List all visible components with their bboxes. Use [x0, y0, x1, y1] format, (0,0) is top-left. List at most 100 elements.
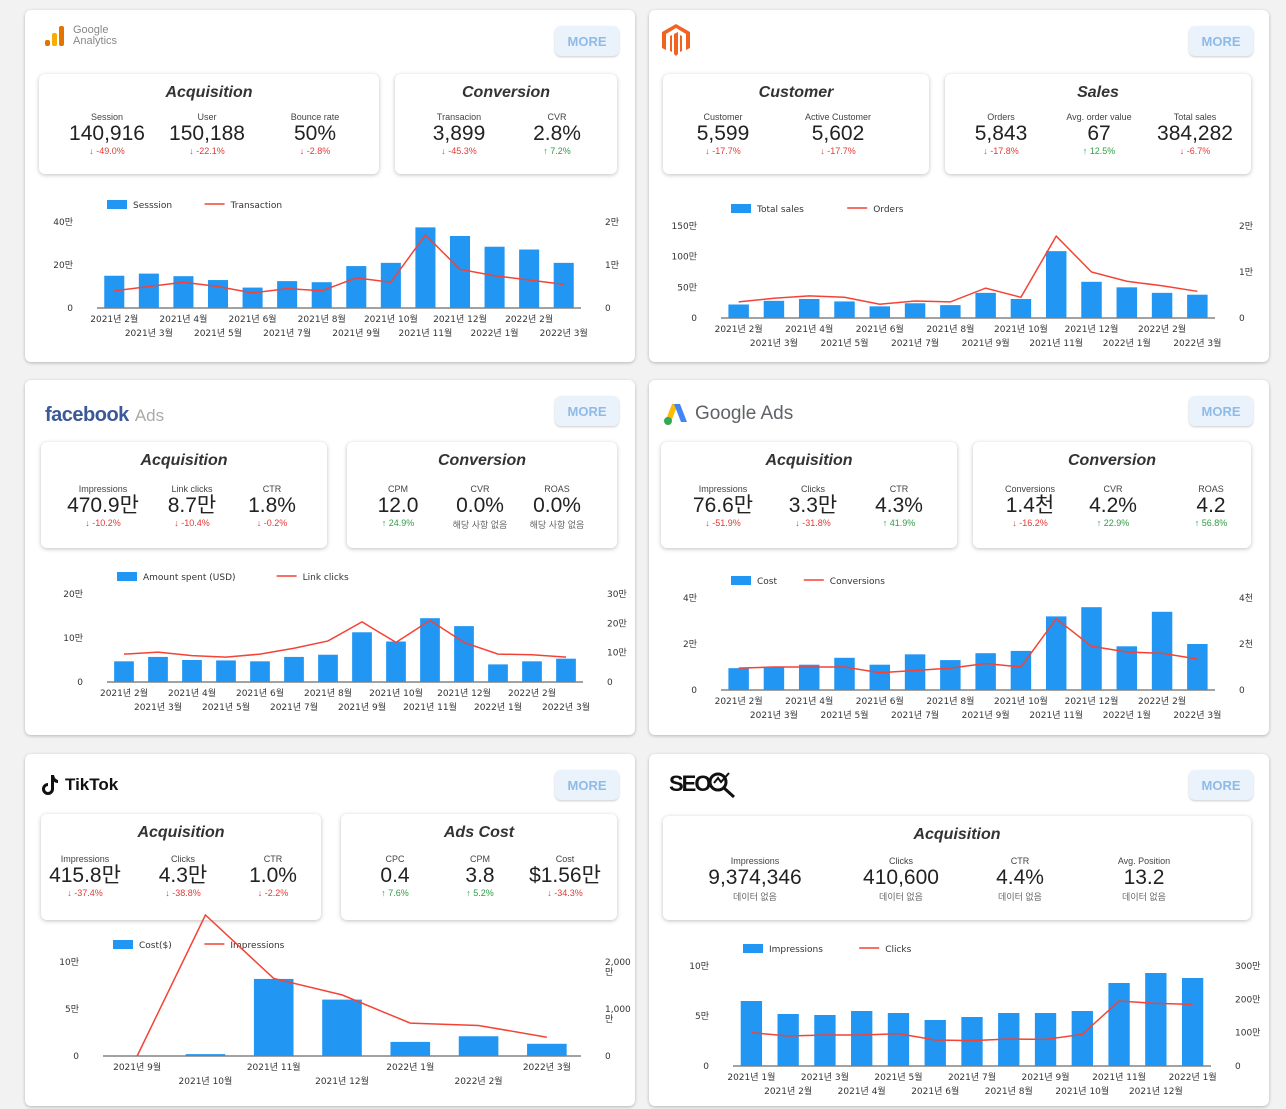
bar	[1151, 611, 1173, 690]
x-tick-label: 2022년 3월	[1173, 709, 1221, 721]
left-tick-label: 20만	[63, 589, 83, 600]
more-button[interactable]: MORE	[555, 770, 619, 800]
metric-conversions: Conversions 1.4천 ↓ -16.2%	[1005, 484, 1055, 528]
left-tick-label: 150만	[672, 221, 697, 232]
bar	[449, 235, 471, 308]
panel-title: Acquisition	[165, 84, 253, 101]
bar	[1145, 973, 1167, 1066]
legend-bar-label: Cost($)	[139, 941, 172, 951]
panel-title: Ads Cost	[443, 824, 515, 841]
x-tick-label: 2021년 12월	[437, 687, 491, 699]
x-tick-label: 2021년 3월	[750, 709, 798, 721]
x-tick-label: 2021년 12월	[1129, 1085, 1183, 1097]
card-magento: MORE Customer Customer 5,599 ↓ -17.7% Acti…	[649, 10, 1269, 362]
metric-value: 410,600	[863, 866, 939, 889]
right-tick-label: 1,000 만	[605, 1005, 631, 1025]
metric-value: 0.0%	[533, 494, 581, 517]
metric-value: 5,599	[696, 122, 750, 145]
bar	[390, 1041, 431, 1056]
metric-value: 3.3만	[788, 494, 838, 517]
metric-delta: 해당 사항 없음	[452, 520, 508, 530]
metric-label: Transacion	[436, 112, 482, 122]
more-button[interactable]: MORE	[555, 26, 619, 56]
metric-label: Impressions	[60, 854, 110, 864]
left-tick-label: 40만	[53, 217, 73, 228]
metric-session: Session 140,916 ↓ -49.0%	[69, 112, 145, 156]
x-tick-label: 2021년 1월	[727, 1071, 775, 1083]
x-tick-label: 2021년 4월	[168, 687, 216, 699]
x-tick-label: 2022년 1월	[1169, 1071, 1217, 1083]
metric-delta: ↓ -37.4%	[67, 888, 103, 898]
x-tick-label: 2021년 8월	[926, 695, 974, 707]
metric-value: 8.7만	[167, 494, 217, 517]
metric-cpc: CPC 0.4 ↑ 7.6%	[380, 854, 409, 898]
metric-value: 76.6만	[692, 494, 754, 517]
metric-value: 3,899	[432, 122, 486, 145]
bar	[961, 1017, 983, 1066]
metric-value: 50%	[293, 122, 337, 145]
metric-label: Impressions	[78, 484, 128, 494]
metric-value: 1.4천	[1005, 494, 1055, 517]
left-tick-label: 0	[73, 1052, 79, 1062]
bar	[173, 276, 194, 308]
bar	[814, 1015, 836, 1066]
x-tick-label: 2021년 11월	[1029, 709, 1083, 721]
bar	[242, 287, 263, 308]
x-tick-label: 2022년 3월	[540, 327, 588, 339]
metric-impressions: Impressions 415.8만 ↓ -37.4%	[49, 854, 121, 898]
x-tick-label: 2021년 7월	[270, 701, 318, 713]
conversion-panel: Conversion Conversions 1.4천 ↓ -16.2% CVR 4.…	[973, 442, 1251, 548]
more-button[interactable]: MORE	[1189, 770, 1253, 800]
metric-cpm: CPM 12.0 ↑ 24.9%	[378, 484, 419, 528]
x-tick-label: 2021년 4월	[785, 695, 833, 707]
metric-delta: 해당 사항 없음	[529, 520, 585, 530]
google-analytics-logo: Google Analytics	[43, 24, 117, 48]
x-tick-label: 2022년 1월	[386, 1061, 434, 1073]
x-tick-label: 2022년 2월	[455, 1075, 503, 1087]
metric-value: 5,843	[974, 122, 1028, 145]
metric-label: Orders	[987, 112, 1015, 122]
x-tick-label: 2021년 2월	[100, 687, 148, 699]
panel-title: Acquisition	[140, 452, 228, 469]
metric-impressions: Impressions 470.9만 ↓ -10.2%	[67, 484, 139, 528]
x-tick-label: 2021년 12월	[315, 1075, 369, 1087]
bar	[250, 661, 270, 682]
metric-label: Clicks	[800, 484, 825, 494]
metric-label: Link clicks	[171, 484, 213, 494]
metric-impressions: Impressions 9,374,346 데이터 없음	[708, 856, 801, 903]
metric-transaction: Transacion 3,899 ↓ -45.3%	[433, 112, 486, 156]
metric-value: 9,374,346	[708, 866, 802, 889]
metric-cvr: CVR 2.8% ↑ 7.2%	[533, 112, 581, 156]
more-button[interactable]: MORE	[555, 396, 619, 426]
legend-line-label: Orders	[873, 205, 904, 215]
bar	[553, 262, 574, 308]
x-tick-label: 2022년 3월	[542, 701, 590, 713]
metric-label: CTR	[262, 484, 282, 494]
metric-delta: 데이터 없음	[1122, 892, 1166, 902]
x-tick-label: 2021년 5월	[820, 337, 868, 349]
metric-delta: ↓ -22.1%	[189, 146, 225, 156]
magento-logo	[659, 22, 693, 58]
left-tick-label: 50만	[677, 282, 697, 293]
card-seo: SEO MORE Acquisition Impressions 9,374,34…	[649, 754, 1269, 1106]
left-tick-label: 0	[691, 314, 697, 324]
bar	[352, 632, 372, 682]
google-ads-icon	[664, 404, 687, 425]
legend-line-label: Conversions	[830, 577, 885, 587]
right-tick-label: 1만	[605, 260, 619, 271]
metric-active-customer: Active Customer 5,602 ↓ -17.7%	[805, 112, 871, 156]
left-tick-label: 0	[691, 686, 697, 696]
right-tick-label: 0	[1239, 314, 1245, 324]
x-tick-label: 2021년 9월	[962, 709, 1010, 721]
bar	[728, 304, 749, 318]
more-button[interactable]: MORE	[1189, 26, 1253, 56]
metric-total-sales: Total sales 384,282 ↓ -6.7%	[1157, 112, 1233, 156]
x-tick-label: 2021년 9월	[113, 1061, 161, 1073]
bar	[1081, 607, 1102, 690]
more-button[interactable]: MORE	[1189, 396, 1253, 426]
x-tick-label: 2021년 7월	[891, 337, 939, 349]
metric-label: CVR	[470, 484, 490, 494]
right-tick-label: 2천	[1239, 639, 1253, 650]
bar	[904, 654, 926, 690]
card-facebook-ads: facebook Ads MORE Acquisition Impression…	[25, 380, 635, 735]
